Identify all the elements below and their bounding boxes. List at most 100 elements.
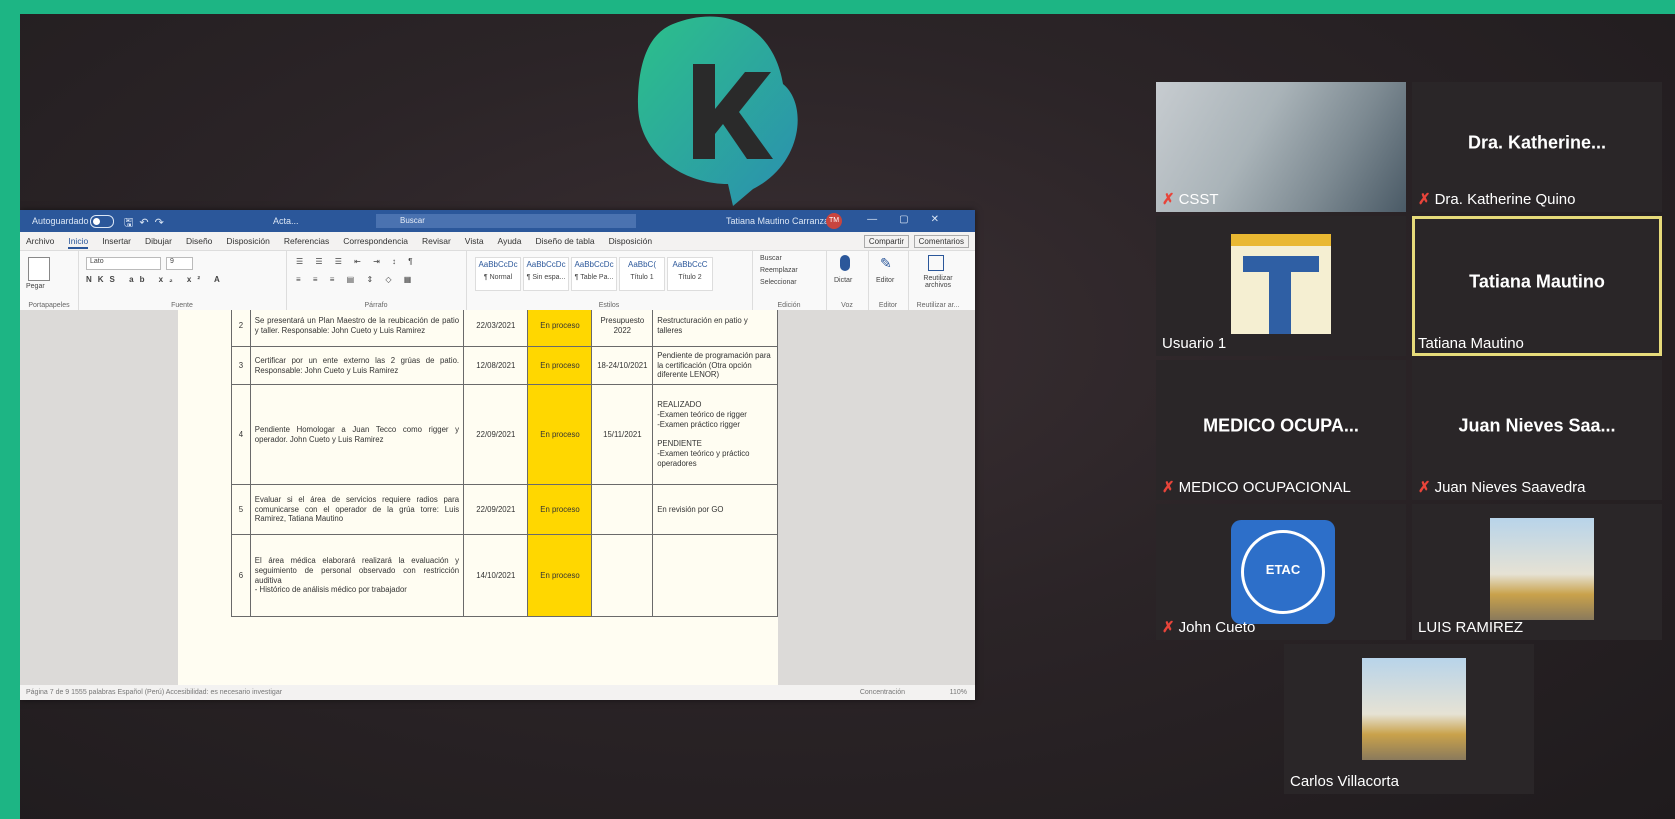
cell-status[interactable]: En proceso xyxy=(527,484,593,535)
quick-access-icons[interactable]: 🖫↶↷ xyxy=(124,214,170,233)
user-avatar[interactable]: TM xyxy=(826,213,842,229)
cell-desc[interactable]: Se presentará un Plan Maestro de la reub… xyxy=(249,310,465,347)
document-page[interactable]: 2 Se presentará un Plan Maestro de la reu… xyxy=(178,310,778,685)
tab-ayuda[interactable]: Ayuda xyxy=(498,236,522,249)
ribbon: Pegar Portapapeles Lato 9 NKS ab x₂ x² A… xyxy=(20,251,975,312)
mic-muted-icon: ✗ xyxy=(1162,619,1175,636)
reuse-files-icon[interactable] xyxy=(928,255,944,271)
cell-obs[interactable] xyxy=(652,534,778,617)
search-box[interactable]: Buscar xyxy=(376,214,636,228)
participant-tile-carlos[interactable]: Carlos Villacorta xyxy=(1284,644,1534,794)
cell-num[interactable]: 2 xyxy=(231,310,251,347)
cell-desc[interactable]: Evaluar si el área de servicios requiere… xyxy=(249,484,465,535)
participant-tile-luis[interactable]: LUIS RAMIREZ xyxy=(1412,504,1662,640)
participant-tile-juan[interactable]: Juan Nieves Saa... ✗ Juan Nieves Saavedra xyxy=(1412,360,1662,500)
action-table: 2 Se presentará un Plan Maestro de la reu… xyxy=(231,310,778,617)
zoom-level[interactable]: 110% xyxy=(950,685,967,700)
document-area[interactable]: 2 Se presentará un Plan Maestro de la reu… xyxy=(20,310,975,685)
cell-obs[interactable]: Pendiente de programación para la certif… xyxy=(652,346,778,385)
font-name-select[interactable]: Lato xyxy=(86,257,161,270)
group-caption: Párrafo xyxy=(364,302,388,309)
cell-obs[interactable]: En revisión por GO xyxy=(652,484,778,535)
window-controls[interactable]: —▢✕ xyxy=(867,214,961,225)
tab-dise-o[interactable]: Diseño xyxy=(186,236,212,249)
tab-disposici-n[interactable]: Disposición xyxy=(226,236,269,249)
share-button[interactable]: Compartir xyxy=(863,235,909,248)
brand-logo-icon xyxy=(638,16,798,206)
participant-name-label: Tatiana Mautino xyxy=(1418,335,1524,352)
participant-photo xyxy=(1362,658,1466,760)
participant-photo xyxy=(1490,518,1594,620)
participant-tile-usuario1[interactable]: Usuario 1 xyxy=(1156,216,1406,356)
tab-vista[interactable]: Vista xyxy=(465,236,484,249)
cell-status[interactable]: En proceso xyxy=(527,346,593,385)
cell-due[interactable] xyxy=(591,534,654,617)
tab-insertar[interactable]: Insertar xyxy=(102,236,131,249)
cell-due[interactable]: 18-24/10/2021 xyxy=(591,346,654,385)
cell-date[interactable]: 14/10/2021 xyxy=(463,534,529,617)
cell-status[interactable]: En proceso xyxy=(527,534,593,617)
font-size-select[interactable]: 9 xyxy=(166,257,193,270)
microphone-icon[interactable] xyxy=(840,255,850,271)
cell-date[interactable]: 22/09/2021 xyxy=(463,484,529,535)
cell-due[interactable]: Presupuesto 2022 xyxy=(591,310,654,347)
status-bar: Página 7 de 9 1555 palabras Español (Per… xyxy=(20,685,975,700)
tab-dise-o-de-tabla[interactable]: Diseño de tabla xyxy=(536,236,595,249)
cell-due[interactable] xyxy=(591,484,654,535)
tab-disposici-n[interactable]: Disposición xyxy=(609,236,652,249)
participant-tile-medico[interactable]: MEDICO OCUPA... ✗ MEDICO OCUPACIONAL xyxy=(1156,360,1406,500)
comments-button[interactable]: Comentarios xyxy=(913,235,969,248)
cell-date[interactable]: 22/09/2021 xyxy=(463,384,529,485)
focus-mode[interactable]: Concentración xyxy=(860,685,905,700)
clipboard-group: Pegar Portapapeles xyxy=(20,251,79,311)
align-buttons[interactable]: ≡ ≡ ≡ ▤ ⇕ ◇ ▦ xyxy=(296,275,416,284)
tab-revisar[interactable]: Revisar xyxy=(422,236,451,249)
participant-name-label: ✗ Juan Nieves Saavedra xyxy=(1418,478,1586,496)
cell-obs[interactable]: Restructuración en patio y talleres xyxy=(652,310,778,347)
cell-num[interactable]: 3 xyxy=(231,346,251,385)
styles-group: Estilos xyxy=(466,251,753,311)
cell-desc[interactable]: El área médica elaborará realizará la ev… xyxy=(249,534,465,617)
format-buttons[interactable]: NKS ab x₂ x² A xyxy=(86,275,226,284)
list-buttons[interactable]: ☰ ☰ ☰ ⇤ ⇥ ↕ ¶ xyxy=(296,257,418,266)
cell-desc[interactable]: Certificar por un ente externo las 2 grú… xyxy=(249,346,465,385)
editor-icon[interactable]: ✎ xyxy=(880,255,892,272)
tab-inicio[interactable]: Inicio xyxy=(68,236,89,249)
cell-num[interactable]: 6 xyxy=(231,534,251,617)
participant-tile-tatiana[interactable]: Tatiana Mautino Tatiana Mautino xyxy=(1412,216,1662,356)
cell-obs[interactable]: REALIZADO -Examen teórico de rigger -Exa… xyxy=(652,384,778,485)
autosave-toggle[interactable] xyxy=(90,215,114,228)
reuse-label: Reutilizar archivos xyxy=(923,275,953,289)
dictate-label: Dictar xyxy=(834,277,853,284)
cell-due[interactable]: 15/11/2021 xyxy=(591,384,654,485)
participant-name: John Cueto xyxy=(1178,619,1256,636)
tab-dibujar[interactable]: Dibujar xyxy=(145,236,172,249)
title-bar: Autoguardado 🖫↶↷ Acta... Buscar Tatiana … xyxy=(20,210,975,232)
select-button[interactable]: Seleccionar xyxy=(760,279,797,286)
table-row: 5 Evaluar si el área de servicios requier… xyxy=(231,484,778,535)
paragraph-group: ☰ ☰ ☰ ⇤ ⇥ ↕ ¶ ≡ ≡ ≡ ▤ ⇕ ◇ ▦ Párrafo xyxy=(286,251,467,311)
replace-button[interactable]: Reemplazar xyxy=(760,267,798,274)
cell-num[interactable]: 4 xyxy=(231,384,251,485)
paste-icon[interactable] xyxy=(28,257,50,281)
participant-name-label: LUIS RAMIREZ xyxy=(1418,619,1523,636)
status-info: Página 7 de 9 1555 palabras Español (Per… xyxy=(26,689,283,696)
editor-label: Editor xyxy=(876,277,895,284)
cell-num[interactable]: 5 xyxy=(231,484,251,535)
participant-tile-katherine[interactable]: Dra. Katherine... ✗ Dra. Katherine Quino xyxy=(1412,82,1662,212)
find-button[interactable]: Buscar xyxy=(760,255,782,262)
user-name[interactable]: Tatiana Mautino Carranza xyxy=(726,216,829,226)
tab-referencias[interactable]: Referencias xyxy=(284,236,329,249)
participant-tile-john[interactable]: ETAC ✗ John Cueto xyxy=(1156,504,1406,640)
document-title: Acta... xyxy=(273,216,299,226)
cell-desc[interactable]: Pendiente Homologar a Juan Tecco como ri… xyxy=(249,384,465,485)
participant-name: Usuario 1 xyxy=(1162,335,1227,352)
cell-date[interactable]: 22/03/2021 xyxy=(463,310,529,347)
cell-date[interactable]: 12/08/2021 xyxy=(463,346,529,385)
tab-correspondencia[interactable]: Correspondencia xyxy=(343,236,408,249)
ribbon-tabs: Archivo Inicio Insertar Dibujar Diseño Dispos… xyxy=(20,232,975,251)
cell-status[interactable]: En proceso xyxy=(527,384,593,485)
tab-archivo[interactable]: Archivo xyxy=(26,236,54,249)
participant-tile-csst[interactable]: ✗ CSST xyxy=(1156,82,1406,212)
cell-status[interactable]: En proceso xyxy=(527,310,593,347)
